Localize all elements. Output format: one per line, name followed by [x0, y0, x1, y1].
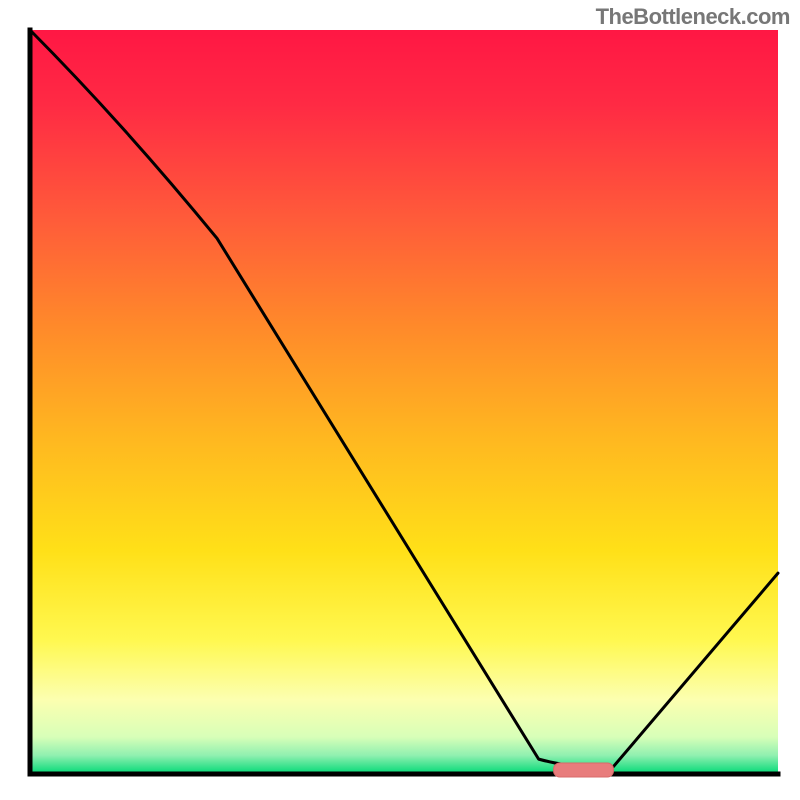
bottleneck-chart	[0, 0, 800, 800]
watermark-text: TheBottleneck.com	[596, 4, 790, 30]
plot-background	[30, 30, 778, 774]
optimal-marker	[554, 763, 614, 777]
